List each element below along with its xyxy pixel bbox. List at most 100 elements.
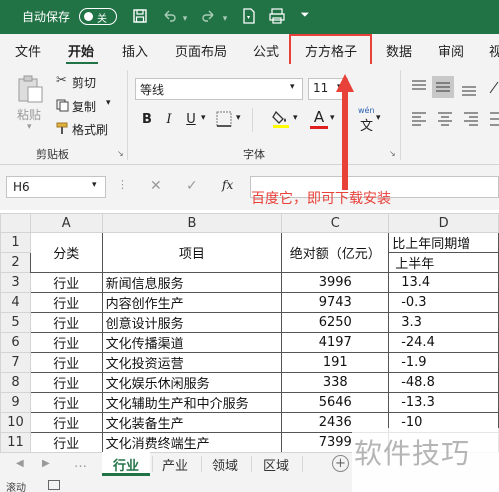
row-header[interactable]: 9 — [0, 392, 31, 413]
tab-review[interactable]: 审阅 — [438, 41, 464, 60]
borders-icon[interactable] — [216, 111, 232, 131]
orientation-icon[interactable] — [488, 79, 499, 99]
item-cell[interactable]: 内容创作生产 — [101, 292, 283, 313]
category-cell[interactable]: 行业 — [29, 432, 103, 453]
clipboard-launcher-icon[interactable]: ↘ — [117, 149, 124, 158]
growth-cell[interactable]: -0.3 — [388, 292, 499, 313]
font-name-dropdown-icon[interactable]: ▾ — [290, 82, 295, 92]
value-cell[interactable]: 4197 — [281, 332, 390, 353]
insert-function-icon[interactable]: fx — [222, 178, 233, 192]
align-bottom-icon[interactable] — [460, 79, 478, 101]
align-center-icon[interactable] — [436, 111, 454, 131]
column-header[interactable]: D — [388, 213, 499, 233]
sheet-tab-field[interactable]: 领域 — [212, 455, 238, 474]
align-middle-icon[interactable] — [432, 76, 454, 98]
tab-formulas[interactable]: 公式 — [253, 41, 279, 60]
item-cell[interactable]: 文化辅助生产和中介服务 — [101, 392, 283, 413]
macro-record-icon[interactable] — [48, 480, 60, 490]
paste-dropdown-icon[interactable]: ▾ — [27, 122, 32, 132]
value-cell[interactable]: 338 — [281, 372, 390, 393]
phonetic-dropdown-icon[interactable]: ▾ — [376, 113, 381, 123]
add-sheet-icon[interactable]: + — [332, 455, 349, 472]
paste-label[interactable]: 粘贴 — [17, 106, 41, 123]
item-cell[interactable]: 新闻信息服务 — [101, 272, 283, 293]
column-header[interactable]: A — [29, 213, 103, 233]
next-sheet-icon[interactable]: ▶ — [42, 458, 50, 469]
value-cell[interactable]: 6250 — [281, 312, 390, 333]
value-cell[interactable]: 3996 — [281, 272, 390, 293]
confirm-icon[interactable]: ✓ — [186, 178, 198, 194]
category-cell[interactable]: 行业 — [29, 312, 103, 333]
select-all-corner[interactable] — [0, 213, 31, 233]
row-header[interactable]: 3 — [0, 272, 31, 293]
row-header[interactable]: 4 — [0, 292, 31, 313]
copy-button[interactable]: 复制 — [72, 98, 96, 115]
growth-cell[interactable]: -24.4 — [388, 332, 499, 353]
prev-sheet-icon[interactable]: ◀ — [16, 458, 24, 469]
paste-icon[interactable] — [15, 74, 45, 108]
align-top-icon[interactable] — [410, 79, 428, 99]
print-icon[interactable] — [268, 8, 286, 26]
cancel-icon[interactable]: ✕ — [150, 178, 162, 194]
header-category-cell[interactable]: 分类 — [29, 232, 103, 273]
header-absolute-cell[interactable]: 绝对额（亿元） — [281, 232, 390, 273]
font-color-button[interactable]: A — [308, 106, 330, 128]
growth-cell[interactable]: 3.3 — [388, 312, 499, 333]
tab-data[interactable]: 数据 — [386, 41, 412, 60]
font-launcher-icon[interactable]: ↘ — [389, 149, 396, 158]
name-box-dropdown-icon[interactable]: ▾ — [92, 180, 97, 190]
header-growth-cell[interactable]: 比上年同期增 — [388, 232, 499, 253]
save-icon[interactable] — [131, 8, 149, 26]
category-cell[interactable]: 行业 — [29, 392, 103, 413]
sheet-tab-sector[interactable]: 产业 — [162, 455, 188, 474]
category-cell[interactable]: 行业 — [29, 292, 103, 313]
column-header[interactable]: C — [281, 213, 390, 233]
tab-insert[interactable]: 插入 — [122, 41, 148, 60]
growth-cell[interactable]: -13.3 — [388, 392, 499, 413]
font-name-select[interactable]: 等线 — [135, 78, 303, 100]
row-header[interactable]: 8 — [0, 372, 31, 393]
row-header[interactable]: 11 — [0, 432, 31, 453]
bold-button[interactable]: B — [136, 109, 158, 131]
header-half-cell[interactable]: 上半年 — [388, 252, 499, 273]
growth-cell[interactable]: -48.8 — [388, 372, 499, 393]
redo-dropdown-icon[interactable]: ▾ — [216, 10, 234, 28]
category-cell[interactable]: 行业 — [29, 412, 103, 433]
value-cell[interactable]: 191 — [281, 352, 390, 373]
category-cell[interactable]: 行业 — [29, 372, 103, 393]
tab-page-layout[interactable]: 页面布局 — [175, 41, 227, 60]
name-box[interactable]: H6 — [6, 176, 106, 198]
sheet-tab-region[interactable]: 区域 — [263, 455, 289, 474]
row-header[interactable]: 1 — [0, 232, 31, 253]
fill-color-icon[interactable] — [272, 109, 290, 133]
phonetic-guide-label[interactable]: wén — [358, 106, 375, 115]
borders-dropdown-icon[interactable]: ▾ — [236, 113, 241, 123]
underline-dropdown-icon[interactable]: ▾ — [201, 113, 206, 123]
column-header[interactable]: B — [101, 213, 283, 233]
customize-icon[interactable]: ⏷ — [296, 6, 314, 24]
row-header[interactable]: 6 — [0, 332, 31, 353]
undo-dropdown-icon[interactable]: ▾ — [176, 10, 194, 28]
item-cell[interactable]: 文化消费终端生产 — [101, 432, 283, 453]
tab-home[interactable]: 开始 — [68, 41, 94, 60]
item-cell[interactable]: 文化传播渠道 — [101, 332, 283, 353]
item-cell[interactable]: 创意设计服务 — [101, 312, 283, 333]
category-cell[interactable]: 行业 — [29, 272, 103, 293]
italic-button[interactable]: I — [158, 109, 180, 131]
underline-button[interactable]: U — [180, 109, 202, 131]
category-cell[interactable]: 行业 — [29, 332, 103, 353]
item-cell[interactable]: 文化投资运营 — [101, 352, 283, 373]
new-file-icon[interactable] — [240, 8, 258, 26]
cut-button[interactable]: 剪切 — [72, 74, 96, 91]
format-painter-button[interactable]: 格式刷 — [72, 121, 108, 138]
phonetic-guide-char[interactable]: 文 — [360, 115, 373, 134]
item-cell[interactable]: 文化娱乐休闲服务 — [101, 372, 283, 393]
sheet-tab-industry[interactable]: 行业 — [113, 455, 139, 474]
indent-icon[interactable] — [488, 111, 499, 131]
row-header[interactable]: 10 — [0, 412, 31, 433]
category-cell[interactable]: 行业 — [29, 352, 103, 373]
tab-view[interactable]: 视 — [489, 41, 499, 60]
row-header[interactable]: 5 — [0, 312, 31, 333]
tab-file[interactable]: 文件 — [15, 41, 41, 60]
header-item-cell[interactable]: 项目 — [101, 232, 283, 273]
